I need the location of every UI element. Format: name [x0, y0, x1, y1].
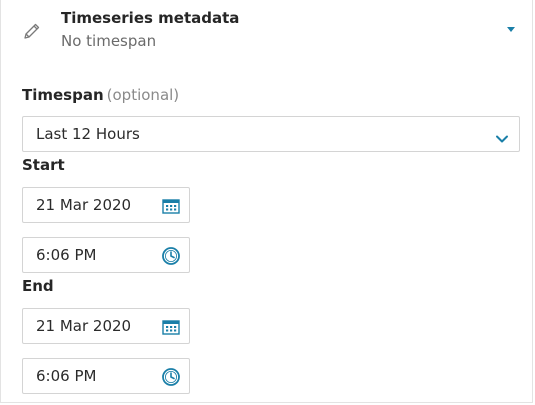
- start-time-field[interactable]: 6:06 PM: [22, 237, 190, 273]
- caret-down-icon[interactable]: [504, 20, 518, 32]
- timespan-summary: No timespan: [61, 32, 157, 50]
- start-label: Start: [22, 156, 65, 174]
- calendar-icon[interactable]: [161, 196, 181, 216]
- clock-icon[interactable]: [161, 367, 181, 387]
- metadata-header[interactable]: Timeseries metadata No timespan: [1, 0, 534, 64]
- timespan-label-text: Timespan: [22, 86, 104, 104]
- timespan-label: Timespan (optional): [22, 86, 179, 104]
- page-title: Timeseries metadata: [61, 9, 240, 27]
- start-date-field[interactable]: 21 Mar 2020: [22, 187, 190, 223]
- end-time-field[interactable]: 6:06 PM: [22, 358, 190, 394]
- clock-icon[interactable]: [161, 246, 181, 266]
- timeseries-metadata-panel: Timeseries metadata No timespan Timespan…: [0, 0, 533, 403]
- pencil-icon: [22, 21, 42, 41]
- end-label: End: [22, 277, 54, 295]
- end-time-value: 6:06 PM: [36, 367, 97, 385]
- timespan-select[interactable]: Last 12 Hours: [22, 116, 520, 152]
- chevron-down-icon: [495, 129, 509, 143]
- optional-hint: (optional): [106, 86, 180, 104]
- start-time-value: 6:06 PM: [36, 246, 97, 264]
- end-date-field[interactable]: 21 Mar 2020: [22, 308, 190, 344]
- start-date-value: 21 Mar 2020: [36, 196, 132, 214]
- end-date-value: 21 Mar 2020: [36, 317, 132, 335]
- timespan-selected-value: Last 12 Hours: [36, 125, 140, 143]
- calendar-icon[interactable]: [161, 317, 181, 337]
